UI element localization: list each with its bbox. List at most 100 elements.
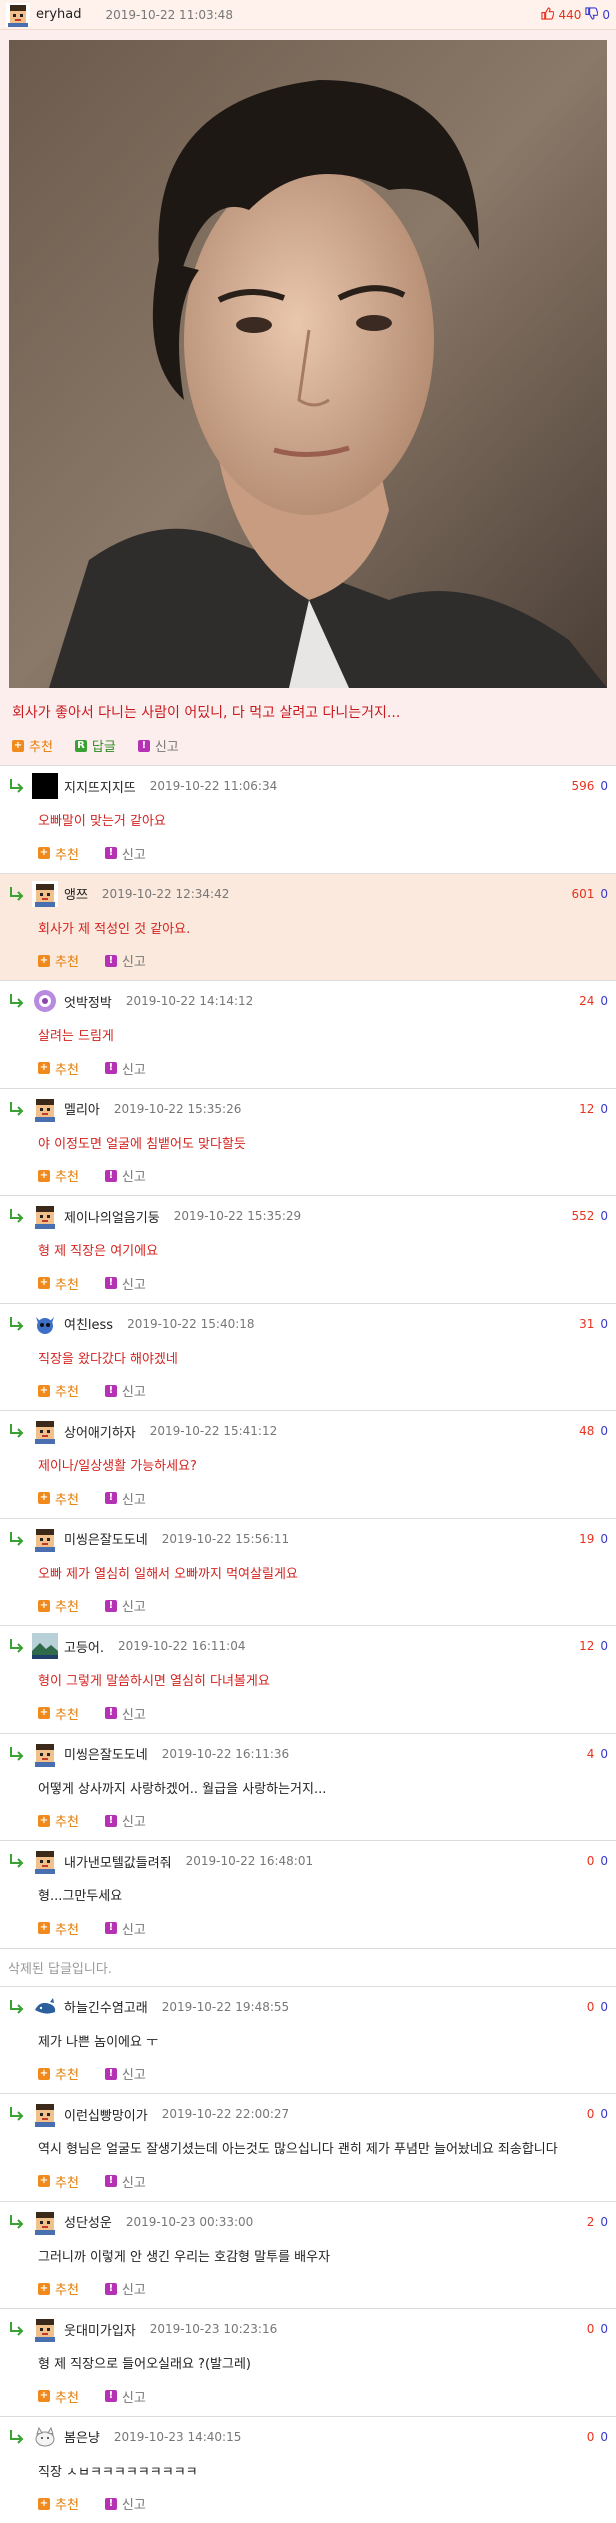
comment-recommend-button[interactable]: + 추천 xyxy=(38,2387,79,2406)
commenter-name[interactable]: 웃대미가입자 xyxy=(64,2320,136,2339)
comment-report-button[interactable]: ! 신고 xyxy=(105,844,146,863)
comment-down-count[interactable]: 0 xyxy=(600,1317,608,1331)
commenter-avatar-icon[interactable] xyxy=(32,1848,58,1874)
comment-up-count[interactable]: 2 xyxy=(587,2215,595,2229)
commenter-avatar-icon[interactable] xyxy=(32,1741,58,1767)
commenter-avatar-icon[interactable] xyxy=(32,1311,58,1337)
comment-report-button[interactable]: ! 신고 xyxy=(105,1919,146,1938)
comment-up-count[interactable]: 0 xyxy=(587,2107,595,2121)
comment-recommend-button[interactable]: + 추천 xyxy=(38,2279,79,2298)
commenter-avatar-icon[interactable] xyxy=(32,1418,58,1444)
thumbs-down-icon[interactable] xyxy=(585,7,598,23)
comment-down-count[interactable]: 0 xyxy=(600,779,608,793)
commenter-name[interactable]: 성단성운 xyxy=(64,2212,112,2231)
comment-down-count[interactable]: 0 xyxy=(600,2322,608,2336)
comment-recommend-button[interactable]: + 추천 xyxy=(38,1704,79,1723)
comment-up-count[interactable]: 0 xyxy=(587,2000,595,2014)
comment-report-button[interactable]: ! 신고 xyxy=(105,1059,146,1078)
comment-down-count[interactable]: 0 xyxy=(600,2430,608,2444)
comment-down-count[interactable]: 0 xyxy=(600,1532,608,1546)
comment-report-button[interactable]: ! 신고 xyxy=(105,1704,146,1723)
comment-up-count[interactable]: 19 xyxy=(579,1532,594,1546)
comment-recommend-button[interactable]: + 추천 xyxy=(38,1274,79,1293)
comment-recommend-button[interactable]: + 추천 xyxy=(38,2494,79,2513)
comment-report-button[interactable]: ! 신고 xyxy=(105,951,146,970)
comment-recommend-button[interactable]: + 추천 xyxy=(38,1596,79,1615)
comment-report-button[interactable]: ! 신고 xyxy=(105,1381,146,1400)
comment-down-count[interactable]: 0 xyxy=(600,1102,608,1116)
comment-recommend-button[interactable]: + 추천 xyxy=(38,1166,79,1185)
comment-report-button[interactable]: ! 신고 xyxy=(105,2279,146,2298)
commenter-avatar-icon[interactable] xyxy=(32,988,58,1014)
comment-up-count[interactable]: 12 xyxy=(579,1639,594,1653)
comment-report-button[interactable]: ! 신고 xyxy=(105,2172,146,2191)
commenter-name[interactable]: 제이나의얼음기둥 xyxy=(64,1207,160,1226)
comment-up-count[interactable]: 0 xyxy=(587,2430,595,2444)
comment-up-count[interactable]: 24 xyxy=(579,994,594,1008)
comment-recommend-button[interactable]: + 추천 xyxy=(38,2064,79,2083)
commenter-name[interactable]: 봄은냥 xyxy=(64,2427,100,2446)
commenter-avatar-icon[interactable] xyxy=(32,881,58,907)
comment-down-count[interactable]: 0 xyxy=(600,1747,608,1761)
comment-recommend-button[interactable]: + 추천 xyxy=(38,1381,79,1400)
comment-report-button[interactable]: ! 신고 xyxy=(105,1489,146,1508)
commenter-avatar-icon[interactable] xyxy=(32,1633,58,1659)
commenter-avatar-icon[interactable] xyxy=(32,1203,58,1229)
commenter-avatar-icon[interactable] xyxy=(32,1526,58,1552)
commenter-avatar-icon[interactable] xyxy=(32,2209,58,2235)
comment-recommend-button[interactable]: + 추천 xyxy=(38,844,79,863)
commenter-name[interactable]: 멜리아 xyxy=(64,1099,100,1118)
commenter-avatar-icon[interactable] xyxy=(32,2316,58,2342)
comment-down-count[interactable]: 0 xyxy=(600,1854,608,1868)
comment-down-count[interactable]: 0 xyxy=(600,1639,608,1653)
comment-up-count[interactable]: 4 xyxy=(587,1747,595,1761)
recommend-button[interactable]: + 추천 xyxy=(12,736,53,755)
comment-report-button[interactable]: ! 신고 xyxy=(105,2494,146,2513)
comment-down-count[interactable]: 0 xyxy=(600,1209,608,1223)
comment-recommend-button[interactable]: + 추천 xyxy=(38,1059,79,1078)
commenter-name[interactable]: 고등어. xyxy=(64,1637,104,1656)
comment-report-button[interactable]: ! 신고 xyxy=(105,1811,146,1830)
commenter-name[interactable]: 내가낸모텔값들려줘 xyxy=(64,1852,172,1871)
comment-up-count[interactable]: 552 xyxy=(571,1209,594,1223)
commenter-avatar-icon[interactable] xyxy=(32,1994,58,2020)
comment-report-button[interactable]: ! 신고 xyxy=(105,1596,146,1615)
commenter-avatar-icon[interactable] xyxy=(32,773,58,799)
comment-down-count[interactable]: 0 xyxy=(600,2215,608,2229)
comment-down-count[interactable]: 0 xyxy=(600,1424,608,1438)
commenter-name[interactable]: 여친less xyxy=(64,1314,113,1333)
commenter-name[interactable]: 미씽은잘도도네 xyxy=(64,1529,148,1548)
user-avatar-icon[interactable] xyxy=(6,3,30,27)
comment-up-count[interactable]: 0 xyxy=(587,1854,595,1868)
comment-up-count[interactable]: 48 xyxy=(579,1424,594,1438)
comment-down-count[interactable]: 0 xyxy=(600,2107,608,2121)
comment-report-button[interactable]: ! 신고 xyxy=(105,2064,146,2083)
comment-down-count[interactable]: 0 xyxy=(600,887,608,901)
commenter-avatar-icon[interactable] xyxy=(32,2424,58,2450)
comment-report-button[interactable]: ! 신고 xyxy=(105,1166,146,1185)
commenter-name[interactable]: 하늘긴수염고래 xyxy=(64,1997,148,2016)
comment-recommend-button[interactable]: + 추천 xyxy=(38,2172,79,2191)
reply-button[interactable]: R 답글 xyxy=(75,736,116,755)
comment-recommend-button[interactable]: + 추천 xyxy=(38,951,79,970)
comment-up-count[interactable]: 601 xyxy=(571,887,594,901)
comment-down-count[interactable]: 0 xyxy=(600,2000,608,2014)
comment-recommend-button[interactable]: + 추천 xyxy=(38,1811,79,1830)
comment-up-count[interactable]: 12 xyxy=(579,1102,594,1116)
comment-up-count[interactable]: 0 xyxy=(587,2322,595,2336)
commenter-avatar-icon[interactable] xyxy=(32,1096,58,1122)
thumbs-up-icon[interactable] xyxy=(541,7,554,23)
comment-report-button[interactable]: ! 신고 xyxy=(105,1274,146,1293)
commenter-name[interactable]: 상어애기하자 xyxy=(64,1422,136,1441)
commenter-name[interactable]: 지지뜨지지뜨 xyxy=(64,777,136,796)
comment-report-button[interactable]: ! 신고 xyxy=(105,2387,146,2406)
comment-down-count[interactable]: 0 xyxy=(600,994,608,1008)
comment-recommend-button[interactable]: + 추천 xyxy=(38,1489,79,1508)
commenter-avatar-icon[interactable] xyxy=(32,2101,58,2127)
report-button[interactable]: ! 신고 xyxy=(138,736,179,755)
comment-up-count[interactable]: 31 xyxy=(579,1317,594,1331)
commenter-name[interactable]: 엇박정박 xyxy=(64,992,112,1011)
commenter-name[interactable]: 이런십빵망이가 xyxy=(64,2105,148,2124)
comment-recommend-button[interactable]: + 추천 xyxy=(38,1919,79,1938)
comment-up-count[interactable]: 596 xyxy=(571,779,594,793)
